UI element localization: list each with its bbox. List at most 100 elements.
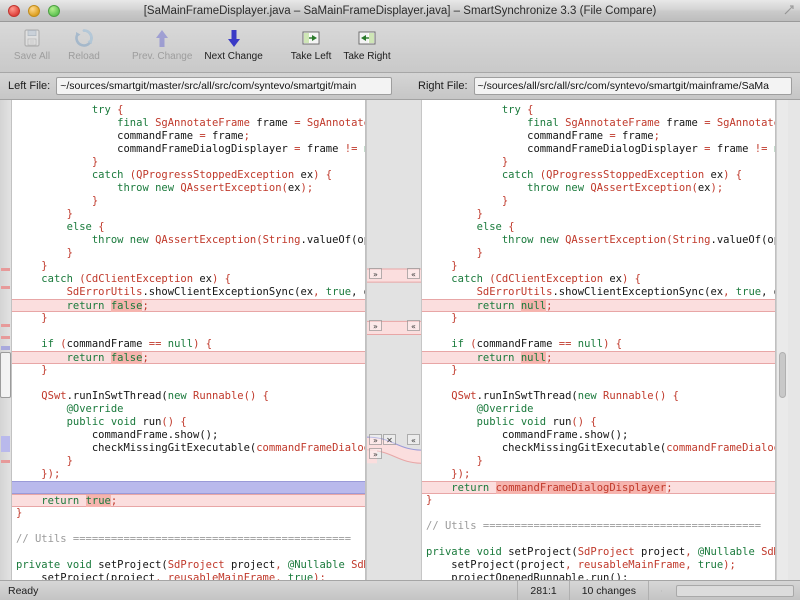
code-line[interactable]: return commandFrameDialogDisplayer;: [422, 481, 775, 494]
code-line[interactable]: });: [12, 468, 365, 481]
gutter-take-left-2[interactable]: «: [407, 320, 420, 331]
code-line[interactable]: setProject(project, reusableMainFrame, t…: [12, 572, 365, 580]
code-line[interactable]: try {: [12, 104, 365, 117]
take-right-button[interactable]: Take Right: [337, 22, 396, 62]
gutter-take-right-2[interactable]: »: [369, 320, 382, 331]
code-line[interactable]: commandFrame.show();: [422, 429, 775, 442]
code-line[interactable]: final SgAnnotateFrame frame = SgAnnotate…: [422, 117, 775, 130]
code-line[interactable]: return true;: [12, 494, 365, 507]
right-vertical-scrollbar[interactable]: [776, 100, 788, 580]
left-code-area[interactable]: try { final SgAnnotateFrame frame = SgAn…: [12, 100, 366, 580]
prev-change-button[interactable]: Prev. Change: [126, 22, 198, 62]
code-line[interactable]: SdErrorUtils.showClientExceptionSync(ex,…: [12, 286, 365, 299]
code-line[interactable]: }: [422, 455, 775, 468]
code-line[interactable]: }: [12, 195, 365, 208]
code-line[interactable]: projectOpenedRunnable.run();: [422, 572, 775, 580]
take-left-button[interactable]: Take Left: [285, 22, 338, 62]
code-line[interactable]: final SgAnnotateFrame frame = SgAnnotate…: [12, 117, 365, 130]
code-line[interactable]: SdErrorUtils.showClientExceptionSync(ex,…: [422, 286, 775, 299]
code-line[interactable]: }: [12, 247, 365, 260]
code-line[interactable]: setProject(project, reusableMainFrame, t…: [422, 559, 775, 572]
code-line[interactable]: }: [12, 507, 365, 520]
left-overview-thumb[interactable]: [0, 352, 11, 398]
code-line[interactable]: commandFrameDialogDisplayer = frame != n…: [422, 143, 775, 156]
code-line[interactable]: catch (QProgressStoppedException ex) {: [12, 169, 365, 182]
code-line[interactable]: commandFrame = frame;: [12, 130, 365, 143]
code-line[interactable]: }: [422, 494, 775, 507]
lightbulb-icon[interactable]: [648, 581, 674, 600]
code-line[interactable]: [422, 325, 775, 338]
code-line[interactable]: }: [422, 260, 775, 273]
code-line[interactable]: [422, 533, 775, 546]
gutter-take-left-1[interactable]: «: [407, 268, 420, 279]
code-line[interactable]: }: [422, 312, 775, 325]
code-line[interactable]: catch (QProgressStoppedException ex) {: [422, 169, 775, 182]
code-line[interactable]: [12, 481, 365, 494]
code-line[interactable]: }: [422, 195, 775, 208]
gutter-take-right-4[interactable]: »: [369, 448, 382, 459]
gutter-take-right-1[interactable]: »: [369, 268, 382, 279]
code-line[interactable]: [12, 520, 365, 533]
code-line[interactable]: commandFrameDialogDisplayer = frame != n…: [12, 143, 365, 156]
code-line[interactable]: }: [422, 247, 775, 260]
code-line[interactable]: catch (CdClientException ex) {: [12, 273, 365, 286]
code-line[interactable]: }: [422, 364, 775, 377]
gutter-take-left-3[interactable]: «: [407, 434, 420, 445]
code-line[interactable]: public void run() {: [12, 416, 365, 429]
code-line[interactable]: checkMissingGitExecutable(commandFrameDi…: [12, 442, 365, 455]
code-line[interactable]: }: [12, 455, 365, 468]
close-window-button[interactable]: [8, 4, 20, 17]
code-line[interactable]: }: [12, 312, 365, 325]
gutter-remove-3[interactable]: ✕: [383, 434, 396, 445]
code-line[interactable]: return null;: [422, 351, 775, 364]
code-line[interactable]: [422, 377, 775, 390]
code-line[interactable]: return null;: [422, 299, 775, 312]
minimize-window-button[interactable]: [28, 4, 40, 17]
code-line[interactable]: @Override: [12, 403, 365, 416]
code-line[interactable]: }: [12, 208, 365, 221]
code-line[interactable]: commandFrame = frame;: [422, 130, 775, 143]
code-line[interactable]: }: [12, 156, 365, 169]
left-overview-ruler[interactable]: [0, 100, 12, 580]
code-line[interactable]: private void setProject(SdProject projec…: [12, 559, 365, 572]
left-file-path-input[interactable]: ~/sources/smartgit/master/src/all/src/co…: [56, 77, 392, 95]
code-line[interactable]: }: [422, 208, 775, 221]
code-line[interactable]: // Utils ===============================…: [422, 520, 775, 533]
code-line[interactable]: }: [422, 156, 775, 169]
code-line[interactable]: });: [422, 468, 775, 481]
right-file-path-input[interactable]: ~/sources/all/src/all/src/com/syntevo/sm…: [473, 77, 792, 95]
right-scroll-thumb[interactable]: [779, 352, 786, 398]
code-line[interactable]: return false;: [12, 351, 365, 364]
code-line[interactable]: // Utils ===============================…: [12, 533, 365, 546]
code-line[interactable]: throw new QAssertException(ex);: [12, 182, 365, 195]
code-line[interactable]: public void run() {: [422, 416, 775, 429]
code-line[interactable]: return false;: [12, 299, 365, 312]
next-change-button[interactable]: Next Change: [198, 22, 268, 62]
code-line[interactable]: QSwt.runInSwtThread(new Runnable() {: [12, 390, 365, 403]
save-all-button[interactable]: Save All: [6, 22, 58, 62]
code-line[interactable]: throw new QAssertException(String.valueO…: [422, 234, 775, 247]
code-line[interactable]: [12, 325, 365, 338]
code-line[interactable]: checkMissingGitExecutable(commandFrameDi…: [422, 442, 775, 455]
code-line[interactable]: commandFrame.show();: [12, 429, 365, 442]
right-code-area[interactable]: try { final SgAnnotateFrame frame = SgAn…: [422, 100, 776, 580]
code-line[interactable]: else {: [12, 221, 365, 234]
code-line[interactable]: [12, 377, 365, 390]
code-line[interactable]: catch (CdClientException ex) {: [422, 273, 775, 286]
gutter-take-right-3[interactable]: »: [369, 434, 382, 445]
code-line[interactable]: @Override: [422, 403, 775, 416]
code-line[interactable]: }: [12, 364, 365, 377]
code-line[interactable]: try {: [422, 104, 775, 117]
code-line[interactable]: [422, 507, 775, 520]
code-line[interactable]: throw new QAssertException(String.valueO…: [12, 234, 365, 247]
code-line[interactable]: private void setProject(SdProject projec…: [422, 546, 775, 559]
zoom-window-button[interactable]: [48, 4, 60, 17]
diff-gutter[interactable]: » « » « » ✕ « »: [366, 100, 422, 580]
code-line[interactable]: else {: [422, 221, 775, 234]
reload-button[interactable]: Reload: [58, 22, 110, 62]
code-line[interactable]: throw new QAssertException(ex);: [422, 182, 775, 195]
code-line[interactable]: if (commandFrame == null) {: [12, 338, 365, 351]
code-line[interactable]: [12, 546, 365, 559]
resize-icon[interactable]: [783, 4, 795, 16]
code-line[interactable]: }: [12, 260, 365, 273]
